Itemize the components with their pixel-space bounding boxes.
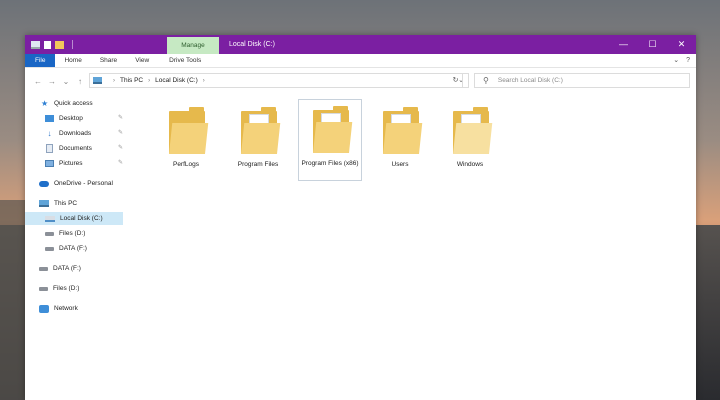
minimize-button[interactable]: — <box>609 35 638 54</box>
sidebar-item-label: This PC <box>54 200 78 207</box>
recent-locations-chevron-icon[interactable]: ⌄ <box>59 77 73 86</box>
folder-icon <box>453 105 493 154</box>
sidebar-item-label: Documents <box>59 145 92 152</box>
star-icon: ★ <box>41 99 49 108</box>
search-input[interactable] <box>497 77 668 84</box>
drive-icon <box>45 231 54 236</box>
sidebar-item-quick-access[interactable]: ★ Quick access <box>41 97 93 110</box>
back-arrow-icon[interactable]: ← <box>31 77 45 86</box>
download-icon: ↓ <box>47 129 52 138</box>
expand-ribbon-icon[interactable]: ⌄ <box>673 54 679 68</box>
tab-view[interactable]: View <box>126 54 158 67</box>
drive-icon <box>39 266 48 271</box>
folder-name: Program Files <box>237 161 279 168</box>
window-title: Local Disk (C:) <box>229 41 275 48</box>
folder-name: Users <box>391 161 409 168</box>
navigation-pane: ★ Quick access Desktop ✎ ↓ Downloads ✎ D… <box>25 97 123 387</box>
title-bar: Manage Local Disk (C:) — ☐ ✕ <box>25 35 696 54</box>
sidebar-item-label: Files (D:) <box>59 230 86 237</box>
maximize-button[interactable]: ☐ <box>638 35 667 54</box>
navigation-bar: ← → ⌄ ↑ › This PC › Local Disk (C:) › ⌄ … <box>25 71 696 91</box>
breadcrumb-chevron-icon[interactable]: › <box>148 78 150 84</box>
sidebar-item-files-d-external[interactable]: Files (D:) <box>39 282 79 295</box>
tab-manage[interactable]: Manage <box>167 37 219 54</box>
forward-arrow-icon[interactable]: → <box>45 77 59 86</box>
system-drive-icon <box>45 215 55 222</box>
window-controls: — ☐ ✕ <box>609 35 696 54</box>
sidebar-item-label: Pictures <box>59 160 83 167</box>
breadcrumb-chevron-icon[interactable]: › <box>113 78 115 84</box>
address-bar[interactable]: › This PC › Local Disk (C:) › ⌄ <box>89 73 469 88</box>
close-button[interactable]: ✕ <box>667 35 696 54</box>
breadcrumb-local-disk[interactable]: Local Disk (C:) <box>155 77 198 84</box>
folder-name: Program Files (x86) <box>301 160 359 167</box>
folder-tile-program-files[interactable]: Program Files <box>227 101 291 181</box>
search-box[interactable]: ⚲ <box>474 73 690 88</box>
network-icon <box>39 304 49 313</box>
sidebar-item-onedrive[interactable]: OneDrive - Personal <box>39 177 113 190</box>
folder-icon <box>313 104 353 153</box>
ribbon-tabs: File Home Share View Drive Tools ⌄ ? <box>25 54 696 68</box>
sidebar-item-label: Local Disk (C:) <box>60 215 103 222</box>
folder-name: PerfLogs <box>172 161 200 168</box>
sidebar-item-desktop[interactable]: Desktop ✎ <box>45 112 123 125</box>
refresh-button[interactable]: ↻ <box>449 73 463 88</box>
drive-app-icon[interactable] <box>31 40 40 49</box>
ribbon-options: ⌄ ? <box>673 54 690 68</box>
folder-tile-windows[interactable]: Windows <box>439 101 503 181</box>
sidebar-item-label: Files (D:) <box>53 285 80 292</box>
tab-home[interactable]: Home <box>55 54 90 67</box>
file-explorer-window: Manage Local Disk (C:) — ☐ ✕ File Home S… <box>25 35 696 400</box>
sidebar-item-documents[interactable]: Documents ✎ <box>45 142 123 155</box>
tab-drive-tools[interactable]: Drive Tools <box>160 54 210 67</box>
sidebar-item-local-disk-c[interactable]: Local Disk (C:) <box>25 212 123 225</box>
sidebar-item-label: Downloads <box>59 130 92 137</box>
desktop-background-pier <box>0 200 25 400</box>
onedrive-cloud-icon <box>39 180 49 187</box>
sidebar-item-downloads[interactable]: ↓ Downloads ✎ <box>45 127 124 140</box>
search-icon: ⚲ <box>483 76 489 85</box>
drive-icon <box>45 246 54 251</box>
breadcrumb-this-pc[interactable]: This PC <box>120 77 143 84</box>
sidebar-item-data-f-external[interactable]: DATA (F:) <box>39 262 81 275</box>
pictures-icon <box>45 160 54 167</box>
sidebar-item-label: Network <box>54 305 78 312</box>
new-folder-icon[interactable] <box>55 40 64 49</box>
file-list-pane: PerfLogs Program Files Program Files (x8… <box>123 97 695 387</box>
breadcrumb-chevron-icon[interactable]: › <box>203 78 205 84</box>
folder-tile-perflogs[interactable]: PerfLogs <box>155 101 219 181</box>
computer-icon <box>39 200 49 207</box>
folder-icon <box>383 105 423 154</box>
sidebar-item-this-pc[interactable]: This PC <box>39 197 77 210</box>
quick-access-toolbar <box>25 35 73 54</box>
sidebar-item-label: Desktop <box>59 115 83 122</box>
drive-icon <box>39 286 48 291</box>
sidebar-item-network[interactable]: Network <box>39 302 78 315</box>
toolbar-divider <box>72 40 73 49</box>
sidebar-item-files-d[interactable]: Files (D:) <box>45 227 85 240</box>
up-arrow-icon[interactable]: ↑ <box>73 77 87 86</box>
folder-icon <box>241 105 281 154</box>
sidebar-item-data-f[interactable]: DATA (F:) <box>45 242 87 255</box>
tab-file[interactable]: File <box>25 54 56 67</box>
folder-tile-users[interactable]: Users <box>369 101 433 181</box>
folder-icon <box>169 105 209 154</box>
help-icon[interactable]: ? <box>686 54 690 68</box>
sidebar-item-label: OneDrive - Personal <box>54 180 113 187</box>
this-pc-icon <box>93 77 102 84</box>
documents-icon <box>46 144 53 153</box>
sidebar-item-pictures[interactable]: Pictures ✎ <box>45 157 123 170</box>
folder-tile-program-files-x86[interactable]: Program Files (x86) <box>298 99 362 181</box>
sidebar-item-label: DATA (F:) <box>53 265 81 272</box>
folder-name: Windows <box>456 161 484 168</box>
sidebar-item-label: DATA (F:) <box>59 245 87 252</box>
tab-share[interactable]: Share <box>91 54 126 67</box>
desktop-icon <box>45 115 54 122</box>
sidebar-item-label: Quick access <box>54 100 93 107</box>
properties-icon[interactable] <box>44 40 51 49</box>
